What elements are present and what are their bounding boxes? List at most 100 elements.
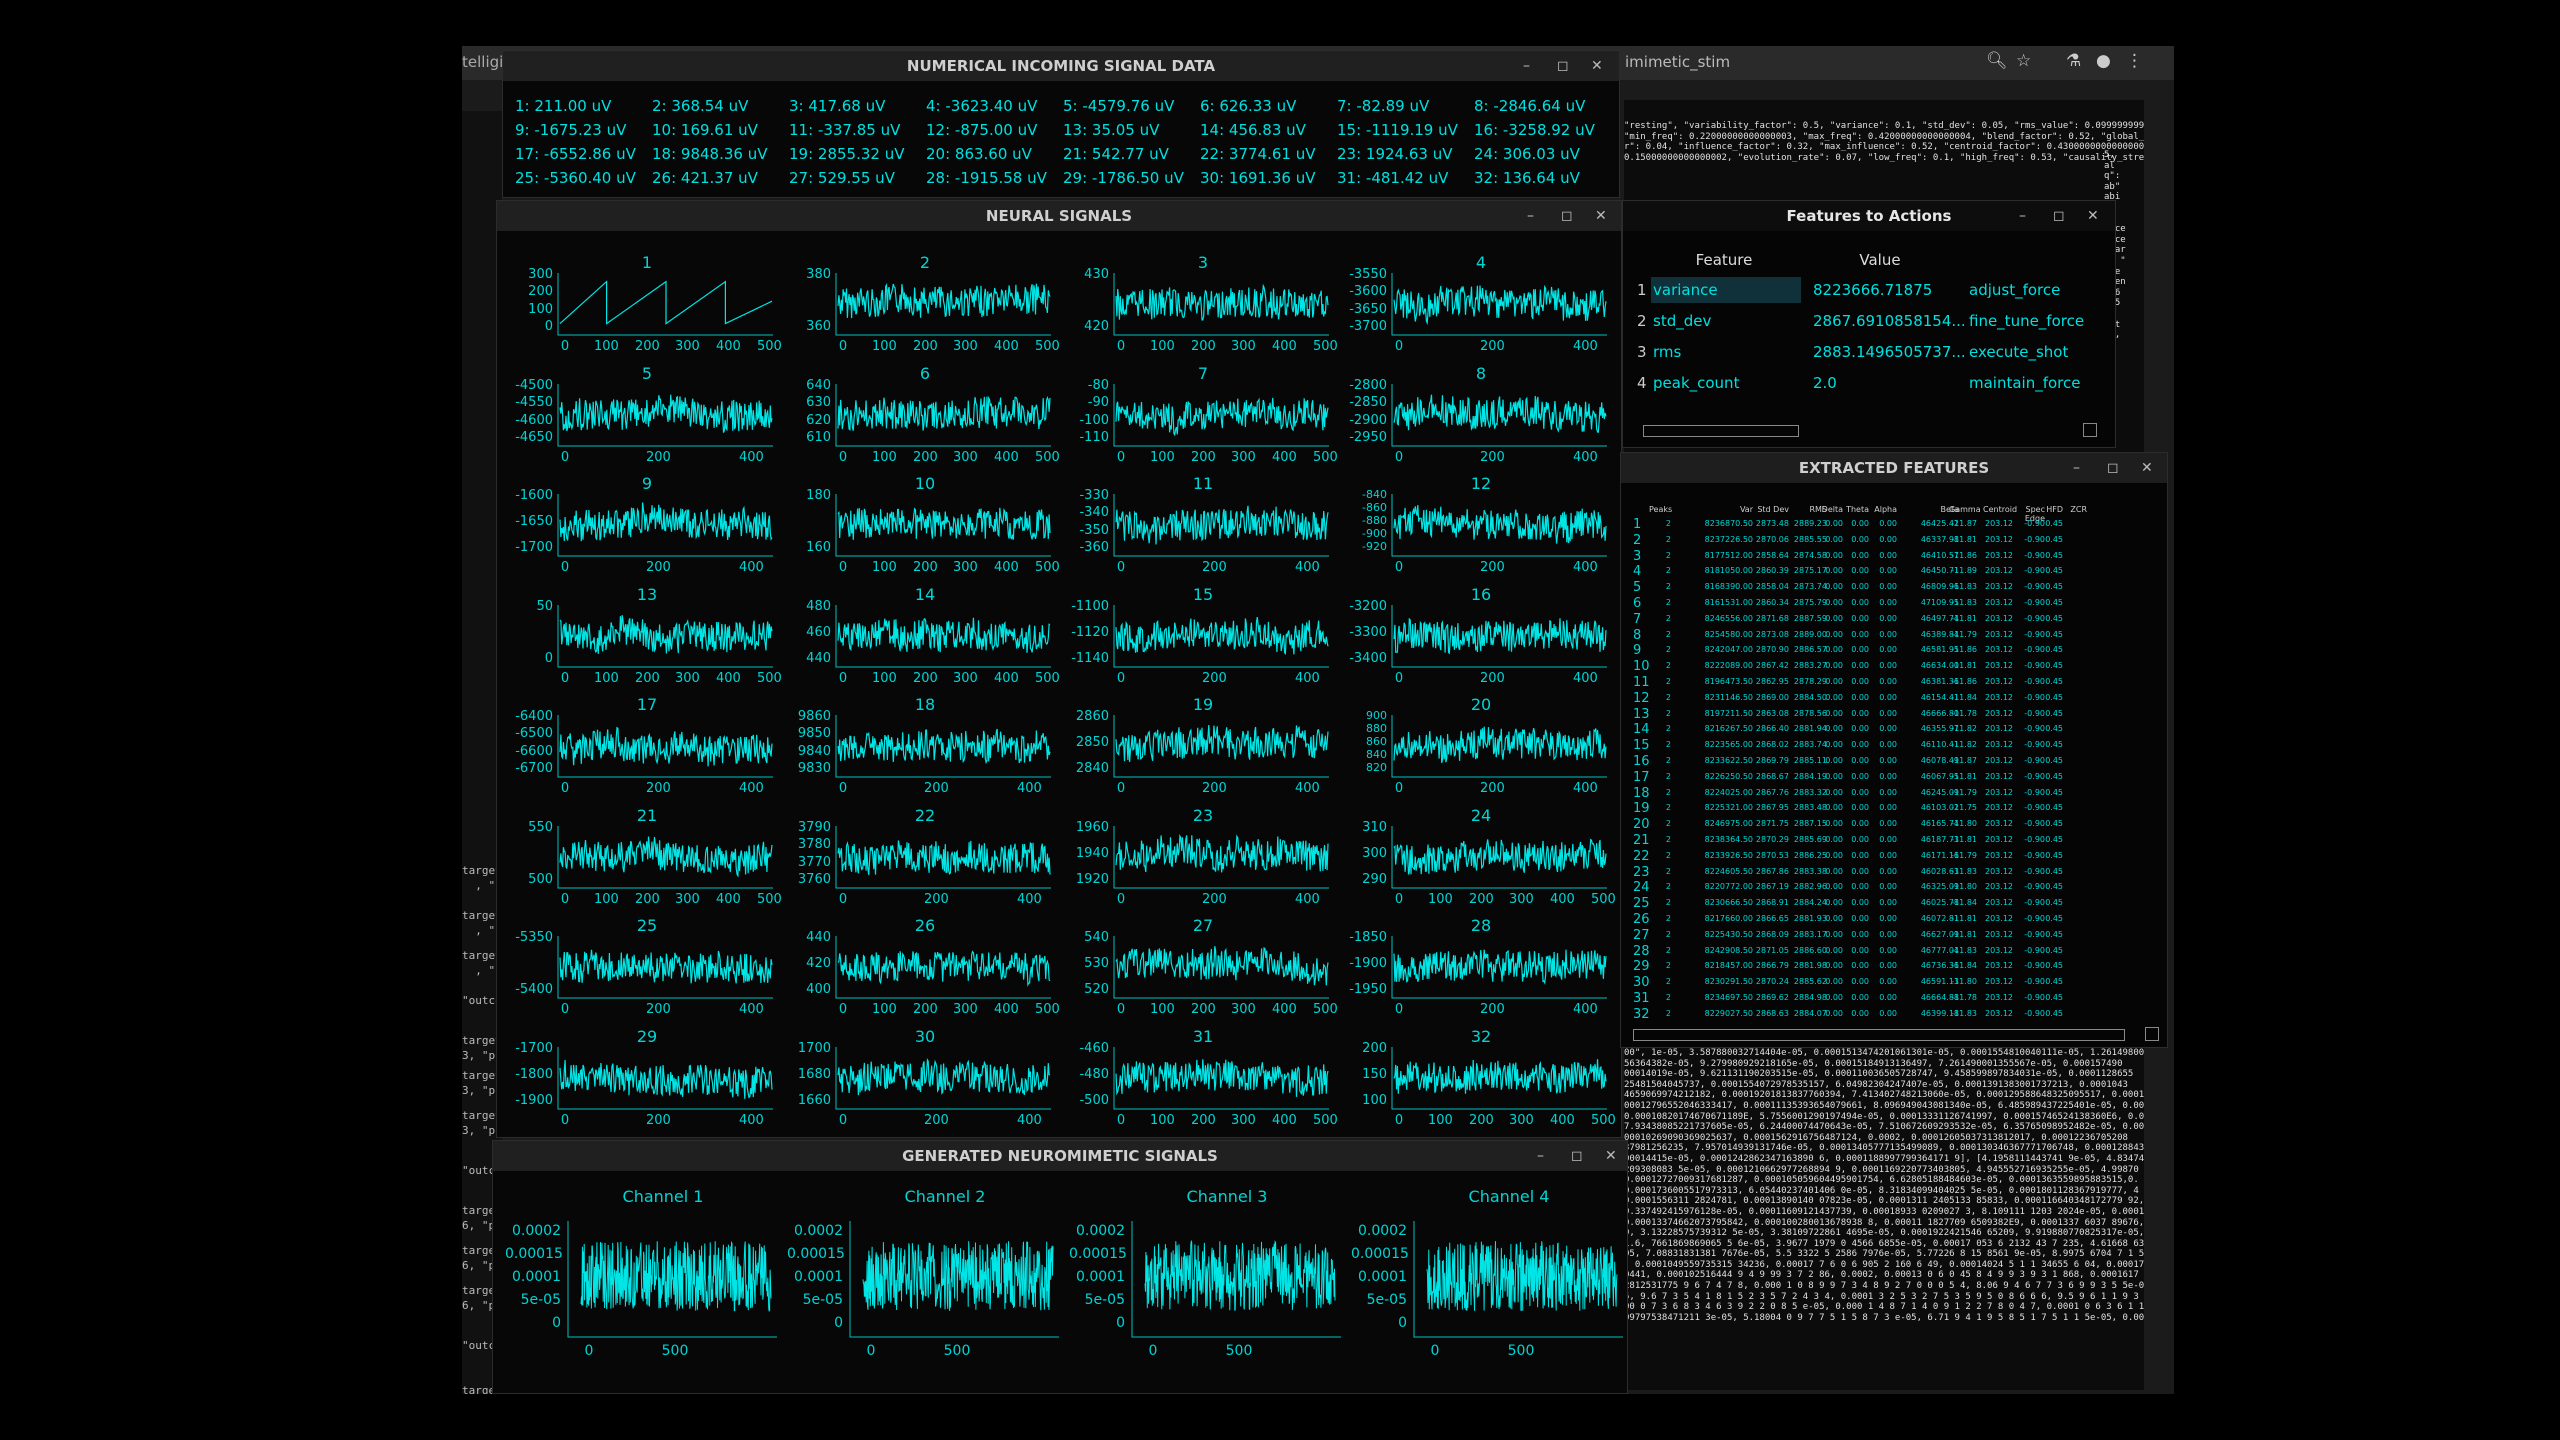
- table-cell: 0.00: [1879, 772, 1897, 781]
- table-cell: 0.00: [1879, 835, 1897, 844]
- table-cell: 8233622.50: [1704, 756, 1753, 765]
- horizontal-scrollbar[interactable]: [1643, 425, 1799, 437]
- x-tick-label: 400: [1017, 1112, 1042, 1128]
- feature-value[interactable]: 2883.1496505737...: [1813, 343, 1966, 361]
- table-cell: 0.45: [2045, 803, 2063, 812]
- menu-dots-icon[interactable]: ⋮: [2126, 51, 2143, 71]
- x-tick-label: 100: [1150, 1002, 1175, 1017]
- column-header[interactable]: Gamma: [1949, 505, 1981, 514]
- plot-number: 6: [919, 363, 931, 383]
- table-cell: 0.00: [1879, 535, 1897, 544]
- column-header[interactable]: Var: [1701, 505, 1753, 514]
- table-cell: 0.45: [2045, 930, 2063, 939]
- zoom-icon[interactable]: 🔍︎: [1986, 51, 2008, 71]
- feature-name[interactable]: variance: [1653, 281, 1718, 299]
- table-cell: 0.00: [1825, 851, 1843, 860]
- feature-value[interactable]: 2867.6910858154...: [1813, 312, 1966, 330]
- maximize-icon[interactable]: ◻: [1557, 51, 1569, 81]
- table-cell: 0.00: [1825, 693, 1843, 702]
- table-cell: 0.45: [2045, 566, 2063, 575]
- table-cell: 203.12: [1985, 977, 2013, 986]
- x-tick-label: 0: [560, 1112, 570, 1128]
- table-cell: -11.81: [1951, 772, 1977, 781]
- neural-plot-cell: 2 380 360 0 100 200 300 400 500: [783, 253, 1060, 363]
- minimize-icon[interactable]: –: [2019, 201, 2026, 231]
- table-cell: -11.81: [1951, 835, 1977, 844]
- y-tick-label: 3790: [797, 819, 831, 835]
- minimize-icon[interactable]: –: [1523, 51, 1530, 81]
- column-header[interactable]: ZCR: [2065, 505, 2087, 514]
- feature-action[interactable]: maintain_force: [1969, 374, 2081, 392]
- column-header[interactable]: Centroid: [1983, 505, 2017, 514]
- maximize-icon[interactable]: ◻: [2107, 453, 2119, 483]
- star-icon[interactable]: ☆: [2016, 51, 2031, 71]
- tab-left-title[interactable]: telligi: [462, 53, 503, 71]
- x-tick-label: 200: [1480, 781, 1505, 796]
- feature-action[interactable]: execute_shot: [1969, 343, 2068, 361]
- column-header[interactable]: Delta: [1819, 505, 1843, 514]
- flask-icon[interactable]: ⚗: [2066, 51, 2081, 71]
- x-tick-label: 500: [757, 339, 782, 354]
- table-cell: 2: [1665, 882, 1671, 891]
- table-cell: 203.12: [1985, 630, 2013, 639]
- right-log-line: 00", 1e-05, 3.587880032714404e-05, 0.000…: [1624, 1048, 2144, 1058]
- x-tick-label: 0: [1116, 449, 1126, 465]
- horizontal-scrollbar[interactable]: [1633, 1029, 2125, 1041]
- feature-name[interactable]: peak_count: [1653, 374, 1739, 392]
- neural-plot-cell: 15 -1100 -1120 -1140 0 200 400: [1061, 585, 1331, 695]
- feature-value[interactable]: 8223666.71875: [1813, 281, 1932, 299]
- feature-action[interactable]: adjust_force: [1969, 281, 2060, 299]
- maximize-icon[interactable]: ◻: [2053, 201, 2065, 231]
- x-tick-label: 300: [675, 670, 700, 686]
- feature-name[interactable]: rms: [1653, 343, 1681, 361]
- close-icon[interactable]: ✕: [2141, 453, 2153, 483]
- minimize-icon[interactable]: –: [1527, 201, 1534, 231]
- minimize-icon[interactable]: –: [1537, 1141, 1544, 1171]
- signal-plot: [1113, 1046, 1329, 1109]
- x-tick-label: 300: [953, 1002, 978, 1017]
- column-header[interactable]: Theta: [1845, 505, 1869, 514]
- column-header[interactable]: Alpha: [1873, 505, 1897, 514]
- close-icon[interactable]: ✕: [1595, 201, 1607, 231]
- feature-name[interactable]: std_dev: [1653, 312, 1711, 330]
- plot-number: 22: [914, 805, 936, 825]
- table-cell: 2: [1665, 867, 1671, 876]
- feature-value[interactable]: 2.0: [1813, 374, 1837, 392]
- signal-trace: [559, 1059, 773, 1099]
- y-tick-label: -1900: [515, 1092, 553, 1108]
- close-icon[interactable]: ✕: [1591, 51, 1603, 81]
- close-icon[interactable]: ✕: [1605, 1141, 1617, 1171]
- tab-right-title[interactable]: imimetic_stim: [1625, 53, 1730, 71]
- x-tick-label: 500: [1035, 560, 1060, 575]
- table-cell: 0.45: [2045, 1009, 2063, 1018]
- table-cell: 0.00: [1879, 898, 1897, 907]
- scroll-corner: [2145, 1027, 2159, 1041]
- maximize-icon[interactable]: ◻: [1571, 1141, 1583, 1171]
- column-header[interactable]: Peaks: [1649, 505, 1672, 514]
- right-log-line: 0.00012727009317681287, 0.00010505960449…: [1624, 1175, 2139, 1186]
- neural-plot-cell: 1 300 200 100 0 0 100 200 300 400 500: [505, 253, 782, 363]
- maximize-icon[interactable]: ◻: [1561, 201, 1573, 231]
- account-icon[interactable]: ●: [2096, 51, 2111, 71]
- column-header[interactable]: HFD: [2041, 505, 2063, 514]
- table-cell: 0.00: [1851, 677, 1869, 686]
- feature-action[interactable]: fine_tune_force: [1969, 312, 2084, 330]
- y-tick-label: -340: [1079, 505, 1109, 520]
- y-tick-label: 0.0002: [512, 1223, 561, 1239]
- table-cell: 0.00: [1851, 661, 1869, 670]
- x-tick-label: 100: [594, 891, 619, 907]
- table-cell: 0.45: [2045, 898, 2063, 907]
- table-cell: 0.00: [1851, 724, 1869, 733]
- signal-trace: [837, 617, 1051, 653]
- close-icon[interactable]: ✕: [2087, 201, 2099, 231]
- plot-number: 5: [641, 363, 653, 383]
- value-column-header[interactable]: Value: [1807, 251, 1953, 269]
- table-cell: 2868.02: [1755, 740, 1789, 749]
- feature-column-header[interactable]: Feature: [1649, 251, 1799, 269]
- minimize-icon[interactable]: –: [2073, 453, 2080, 483]
- table-cell: 0.00: [1825, 961, 1843, 970]
- table-cell: -11.83: [1951, 867, 1977, 876]
- y-tick-label: 1700: [797, 1040, 831, 1056]
- table-cell: 203.12: [1985, 614, 2013, 623]
- column-header[interactable]: Std Dev: [1749, 505, 1789, 514]
